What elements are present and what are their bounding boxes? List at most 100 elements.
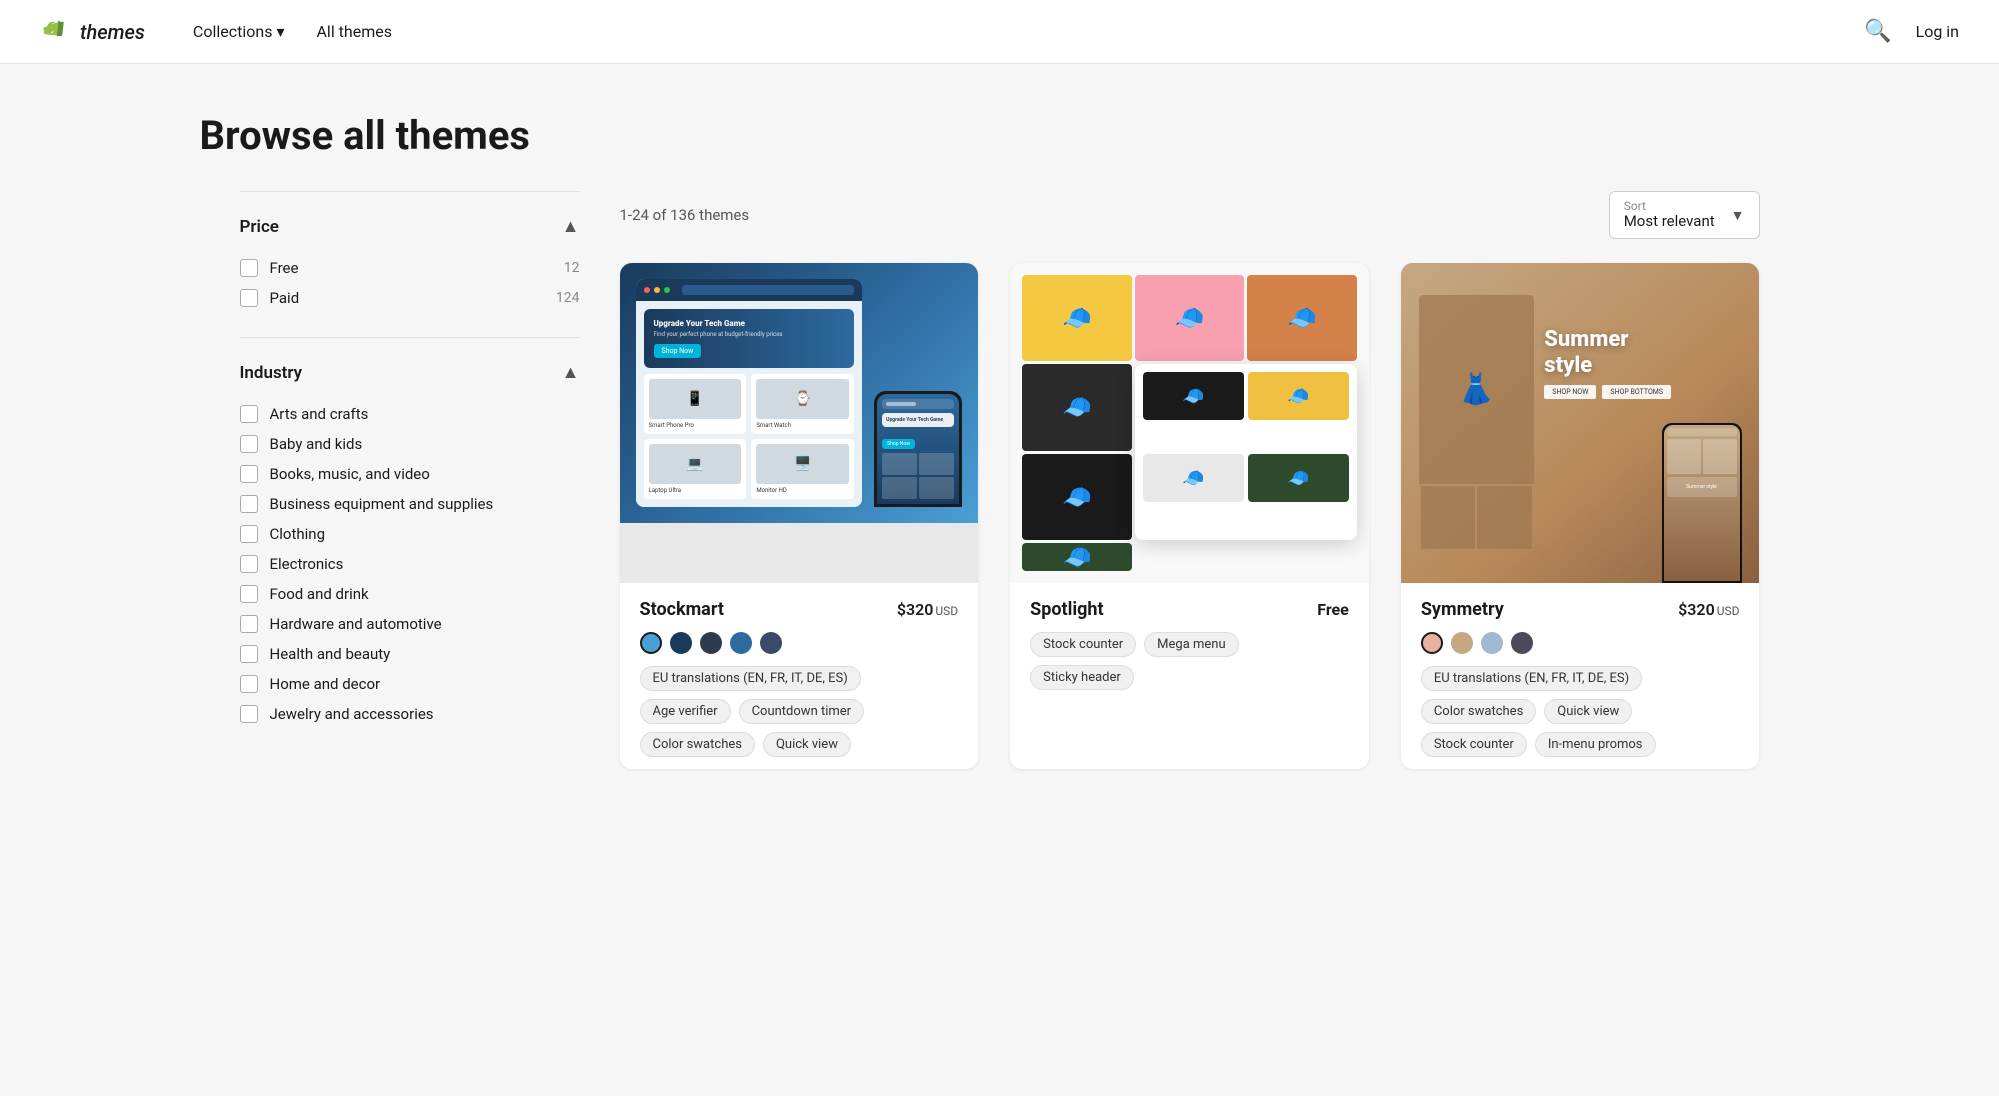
collections-link[interactable]: Collections ▾ [193,22,285,41]
sort-label: Sort [1624,200,1715,212]
color-swatch[interactable] [1481,632,1503,654]
theme-card[interactable]: 🧢 🧢 🧢 🧢 🧢 🧢 🧢 🧢 🧢 🧢 Spotlight Free Stock… [1010,263,1369,769]
industry-filter-item: Electronics [240,549,580,579]
industry-filter-item: Health and beauty [240,639,580,669]
theme-name: Stockmart [640,599,724,620]
theme-info: Spotlight Free Stock counterMega menuSti… [1010,583,1369,702]
industry-filter-item: Books, music, and video [240,459,580,489]
price-filter-header[interactable]: Price ▲ [240,216,580,237]
color-swatch[interactable] [1451,632,1473,654]
theme-tag: Stock counter [1421,732,1527,757]
page-wrapper: Price ▲ Free 12 Paid 124 Industry ▲ [200,191,1800,769]
industry-label: Food and drink [270,585,369,603]
price-collapse-icon: ▲ [562,216,580,237]
theme-tag: EU translations (EN, FR, IT, DE, ES) [1421,666,1642,691]
color-swatches [1421,632,1740,654]
chevron-down-icon: ▾ [276,22,284,41]
all-themes-link[interactable]: All themes [316,22,392,41]
theme-info: Stockmart $320USD EU translations (EN, F… [620,583,979,769]
price-count: 12 [564,260,580,276]
price-filter-item: Free 12 [240,253,580,283]
theme-tag: EU translations (EN, FR, IT, DE, ES) [640,666,861,691]
theme-price: $320USD [897,600,958,619]
logo-text: themes [80,20,145,44]
industry-filter-header[interactable]: Industry ▲ [240,362,580,383]
logo-link[interactable]: themes [40,16,145,48]
industry-filter-item: Clothing [240,519,580,549]
color-swatches [640,632,959,654]
price-checkbox[interactable] [240,289,258,307]
theme-tag: Stock counter [1030,632,1136,657]
industry-label: Health and beauty [270,645,391,663]
theme-info: Symmetry $320USD EU translations (EN, FR… [1401,583,1760,769]
color-swatch[interactable] [760,632,782,654]
color-swatch[interactable] [670,632,692,654]
theme-tag: Color swatches [640,732,755,757]
industry-label: Hardware and automotive [270,615,442,633]
industry-filter-items: Arts and crafts Baby and kids Books, mus… [240,399,580,729]
sort-inner: Sort Most relevant [1624,200,1715,230]
navbar: themes Collections ▾ All themes 🔍 Log in [0,0,1999,64]
theme-tags: EU translations (EN, FR, IT, DE, ES) Colo… [1421,666,1740,757]
industry-checkbox[interactable] [240,705,258,723]
theme-tags: Stock counterMega menuSticky header [1030,632,1349,690]
theme-tag: Quick view [763,732,851,757]
color-swatch[interactable] [640,632,662,654]
theme-tag: Sticky header [1030,665,1134,690]
industry-label: Business equipment and supplies [270,495,494,513]
price-label: Paid [270,289,300,307]
industry-filter-title: Industry [240,363,303,383]
industry-checkbox[interactable] [240,525,258,543]
theme-tags: EU translations (EN, FR, IT, DE, ES) Age … [640,666,959,757]
price-count: 124 [556,290,580,306]
theme-preview: Upgrade Your Tech Game Find your perfect… [620,263,979,583]
results-count: 1-24 of 136 themes [620,206,750,224]
color-swatch[interactable] [730,632,752,654]
nav-actions: 🔍 Log in [1864,19,1959,44]
theme-tag: Age verifier [640,699,731,724]
industry-label: Books, music, and video [270,465,430,483]
price-filter-items: Free 12 Paid 124 [240,253,580,313]
theme-tag: Quick view [1544,699,1632,724]
industry-checkbox[interactable] [240,465,258,483]
industry-filter-item: Business equipment and supplies [240,489,580,519]
industry-label: Home and decor [270,675,381,693]
industry-filter-item: Home and decor [240,669,580,699]
sort-value: Most relevant [1624,212,1715,230]
sort-control[interactable]: Sort Most relevant ▼ [1609,191,1760,239]
price-filter-title: Price [240,217,279,237]
industry-checkbox[interactable] [240,615,258,633]
themes-grid: Upgrade Your Tech Game Find your perfect… [620,263,1760,769]
industry-checkbox[interactable] [240,585,258,603]
industry-checkbox[interactable] [240,405,258,423]
theme-card[interactable]: Summerstyle SHOP NOW SHOP BOTTOMS 👗 Summ… [1401,263,1760,769]
industry-label: Arts and crafts [270,405,369,423]
theme-name-row: Stockmart $320USD [640,599,959,620]
theme-price: Free [1317,600,1349,619]
sort-chevron-icon: ▼ [1731,207,1745,224]
theme-card[interactable]: Upgrade Your Tech Game Find your perfect… [620,263,979,769]
theme-name-row: Spotlight Free [1030,599,1349,620]
theme-name: Symmetry [1421,599,1504,620]
color-swatch[interactable] [1511,632,1533,654]
industry-checkbox[interactable] [240,435,258,453]
industry-checkbox[interactable] [240,645,258,663]
color-swatch[interactable] [1421,632,1443,654]
theme-tag: Color swatches [1421,699,1536,724]
login-link[interactable]: Log in [1916,22,1959,41]
price-checkbox[interactable] [240,259,258,277]
industry-checkbox[interactable] [240,555,258,573]
theme-tag: In-menu promos [1535,732,1656,757]
page-header: Browse all themes [200,64,1800,191]
results-bar: 1-24 of 136 themes Sort Most relevant ▼ [620,191,1760,239]
color-swatch[interactable] [700,632,722,654]
search-icon[interactable]: 🔍 [1864,19,1891,44]
industry-checkbox[interactable] [240,675,258,693]
theme-price: $320USD [1678,600,1739,619]
theme-preview: Summerstyle SHOP NOW SHOP BOTTOMS 👗 Summ… [1401,263,1760,583]
industry-checkbox[interactable] [240,495,258,513]
content-layout: Price ▲ Free 12 Paid 124 Industry ▲ [240,191,1760,769]
price-filter-item: Paid 124 [240,283,580,313]
main-content: 1-24 of 136 themes Sort Most relevant ▼ [620,191,1760,769]
industry-label: Clothing [270,525,326,543]
